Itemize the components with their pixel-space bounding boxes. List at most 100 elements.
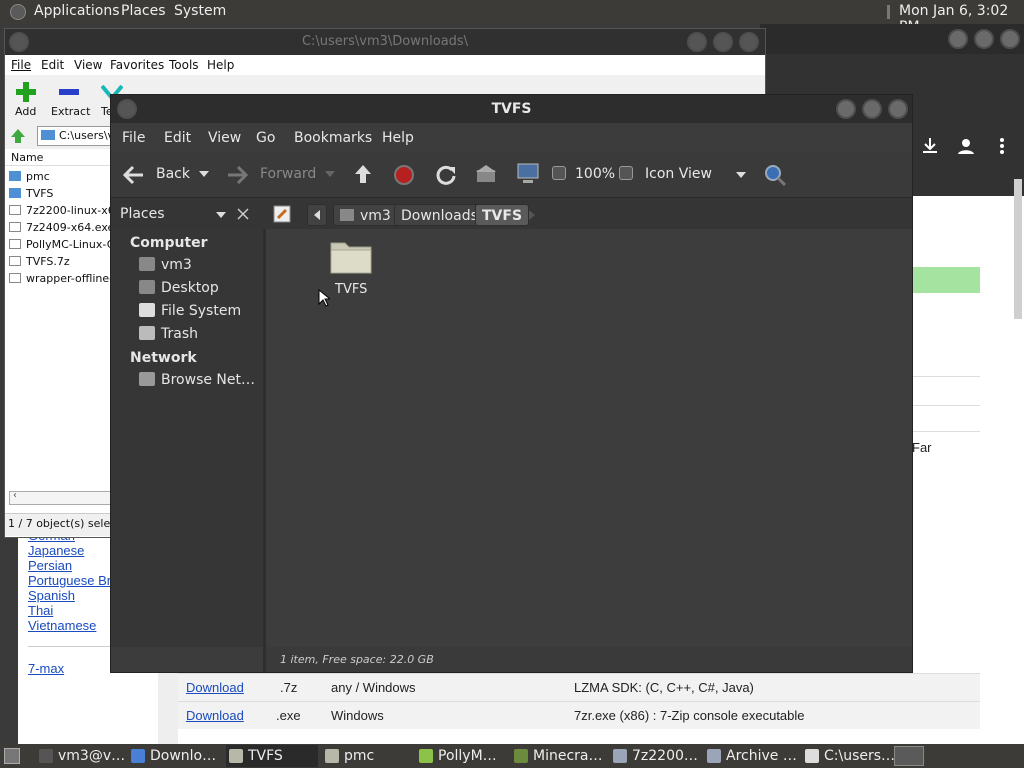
crumb-left-button[interactable] bbox=[307, 204, 327, 226]
crumb-vm3[interactable]: vm3 bbox=[333, 204, 398, 226]
seven-max-link[interactable]: 7-max bbox=[28, 661, 64, 676]
back-dropdown-icon[interactable] bbox=[198, 170, 210, 178]
address-input[interactable]: C:\users\v bbox=[37, 126, 111, 146]
description: 7zr.exe (x86) : 7-Zip console executable bbox=[574, 708, 805, 723]
up-arrow-icon[interactable] bbox=[10, 128, 26, 144]
list-item[interactable]: TVFS.7z bbox=[9, 255, 70, 271]
scroll-left-icon[interactable]: ‹ bbox=[13, 490, 17, 501]
download-link[interactable]: Download bbox=[186, 680, 244, 695]
sidebar-item-desktop[interactable]: Desktop bbox=[139, 280, 219, 300]
language-link[interactable]: Portuguese Br bbox=[28, 573, 111, 588]
window-menu-button[interactable] bbox=[117, 99, 137, 119]
view-selector[interactable]: Icon View bbox=[645, 163, 749, 187]
close-button[interactable] bbox=[888, 99, 908, 119]
download-link[interactable]: Download bbox=[186, 708, 244, 723]
forward-dropdown-icon[interactable] bbox=[324, 170, 336, 178]
language-link[interactable]: Spanish bbox=[28, 588, 75, 603]
extract-icon[interactable] bbox=[59, 89, 79, 97]
list-item[interactable]: TVFS bbox=[9, 187, 53, 203]
menu-help[interactable]: Help bbox=[207, 58, 234, 72]
taskbar-item[interactable]: Minecra… bbox=[511, 745, 607, 767]
close-button[interactable] bbox=[1000, 29, 1020, 49]
item-label: pmc bbox=[26, 170, 50, 183]
language-link[interactable]: Persian bbox=[28, 558, 72, 573]
download-icon[interactable] bbox=[920, 136, 940, 156]
taskbar-item[interactable]: PollyM… bbox=[416, 745, 508, 767]
maximize-button[interactable] bbox=[713, 32, 733, 52]
taskbar-item[interactable]: vm3@v… bbox=[36, 745, 126, 767]
forward-button[interactable]: Forward bbox=[226, 163, 326, 187]
reload-icon[interactable] bbox=[435, 164, 457, 186]
edit-location-icon[interactable] bbox=[273, 205, 291, 223]
taskbar-item[interactable]: TVFS bbox=[226, 745, 318, 767]
crumb-downloads[interactable]: Downloads bbox=[394, 204, 485, 226]
minimize-button[interactable] bbox=[948, 29, 968, 49]
taskbar: vm3@v… Downlo… TVFS pmc PollyM… Minecra… 7z220… bbox=[0, 744, 1024, 768]
menu-file[interactable]: File bbox=[122, 130, 145, 146]
taskbar-item[interactable]: Archive … bbox=[704, 745, 800, 767]
horizontal-scrollbar[interactable]: ‹ bbox=[9, 490, 111, 505]
language-link[interactable]: Vietnamese bbox=[28, 618, 96, 633]
computer-icon[interactable] bbox=[516, 163, 540, 185]
crumb-right-icon[interactable] bbox=[527, 209, 537, 221]
list-item[interactable]: pmc bbox=[9, 170, 50, 186]
minimize-button[interactable] bbox=[836, 99, 856, 119]
scrollbar[interactable] bbox=[1014, 179, 1022, 319]
menu-bookmarks[interactable]: Bookmarks bbox=[294, 130, 372, 146]
folder-item[interactable]: TVFS bbox=[321, 237, 381, 307]
add-button[interactable]: Add bbox=[15, 105, 36, 118]
search-icon[interactable] bbox=[763, 163, 787, 187]
home-icon[interactable] bbox=[475, 164, 497, 184]
zoom-out-button[interactable] bbox=[552, 166, 566, 180]
applications-menu[interactable]: Applications bbox=[34, 3, 120, 19]
window-menu-button[interactable] bbox=[9, 32, 29, 52]
sidebar-item-vm3[interactable]: vm3 bbox=[139, 257, 192, 277]
zoom-in-button[interactable] bbox=[619, 166, 633, 180]
sidebar-item-trash[interactable]: Trash bbox=[139, 326, 198, 346]
workspace-switcher[interactable] bbox=[894, 746, 924, 766]
maximize-button[interactable] bbox=[862, 99, 882, 119]
up-icon[interactable] bbox=[353, 163, 373, 185]
window-title: TVFS bbox=[491, 101, 532, 117]
taskbar-item[interactable]: Downlo… bbox=[128, 745, 224, 767]
add-icon[interactable] bbox=[15, 81, 37, 103]
sidebar-item-file-system[interactable]: File System bbox=[139, 303, 241, 323]
menu-edit[interactable]: Edit bbox=[41, 58, 64, 72]
menu-view[interactable]: View bbox=[208, 130, 241, 146]
taskbar-item[interactable]: C:\users… bbox=[802, 745, 895, 767]
sidebar-item-browse-network[interactable]: Browse Net… bbox=[139, 372, 255, 392]
menu-favorites[interactable]: Favorites bbox=[110, 58, 164, 72]
crumb-tvfs[interactable]: TVFS bbox=[475, 204, 530, 226]
item-label: 7z2409-x64.exe bbox=[26, 221, 115, 234]
side-pane-selector[interactable]: Places bbox=[117, 205, 254, 225]
taskbar-item[interactable]: 7z2200… bbox=[610, 745, 702, 767]
extract-button[interactable]: Extract bbox=[51, 105, 90, 118]
places-menu[interactable]: Places bbox=[121, 3, 166, 19]
show-desktop-button[interactable] bbox=[4, 748, 20, 764]
taskbar-item[interactable]: pmc bbox=[322, 745, 412, 767]
more-menu-icon[interactable] bbox=[994, 136, 1010, 156]
menu-edit[interactable]: Edit bbox=[164, 130, 191, 146]
language-link[interactable]: Japanese bbox=[28, 543, 84, 558]
address-bar: C:\users\v bbox=[5, 123, 111, 149]
profile-icon[interactable] bbox=[956, 136, 976, 156]
system-menu[interactable]: System bbox=[174, 3, 226, 19]
description: LZMA SDK: (C, C++, C#, Java) bbox=[574, 680, 754, 695]
minimize-button[interactable] bbox=[687, 32, 707, 52]
desktop-icon bbox=[139, 280, 155, 294]
status-text: 1 item, Free space: 22.0 GB bbox=[280, 653, 434, 666]
close-pane-icon[interactable] bbox=[237, 208, 249, 220]
stop-icon[interactable] bbox=[393, 164, 415, 186]
language-link[interactable]: Thai bbox=[28, 603, 53, 618]
column-header[interactable]: Name bbox=[5, 149, 111, 166]
menu-view[interactable]: View bbox=[74, 58, 102, 72]
list-item[interactable]: wrapper-offline-li bbox=[9, 272, 119, 288]
menu-help[interactable]: Help bbox=[382, 130, 414, 146]
list-item[interactable]: 7z2409-x64.exe bbox=[9, 221, 114, 237]
menu-tools[interactable]: Tools bbox=[169, 58, 199, 72]
menu-go[interactable]: Go bbox=[256, 130, 275, 146]
maximize-button[interactable] bbox=[974, 29, 994, 49]
close-button[interactable] bbox=[739, 32, 759, 52]
list-item[interactable]: 7z2200-linux-x64. bbox=[9, 204, 125, 220]
menu-file[interactable]: File bbox=[11, 58, 31, 72]
